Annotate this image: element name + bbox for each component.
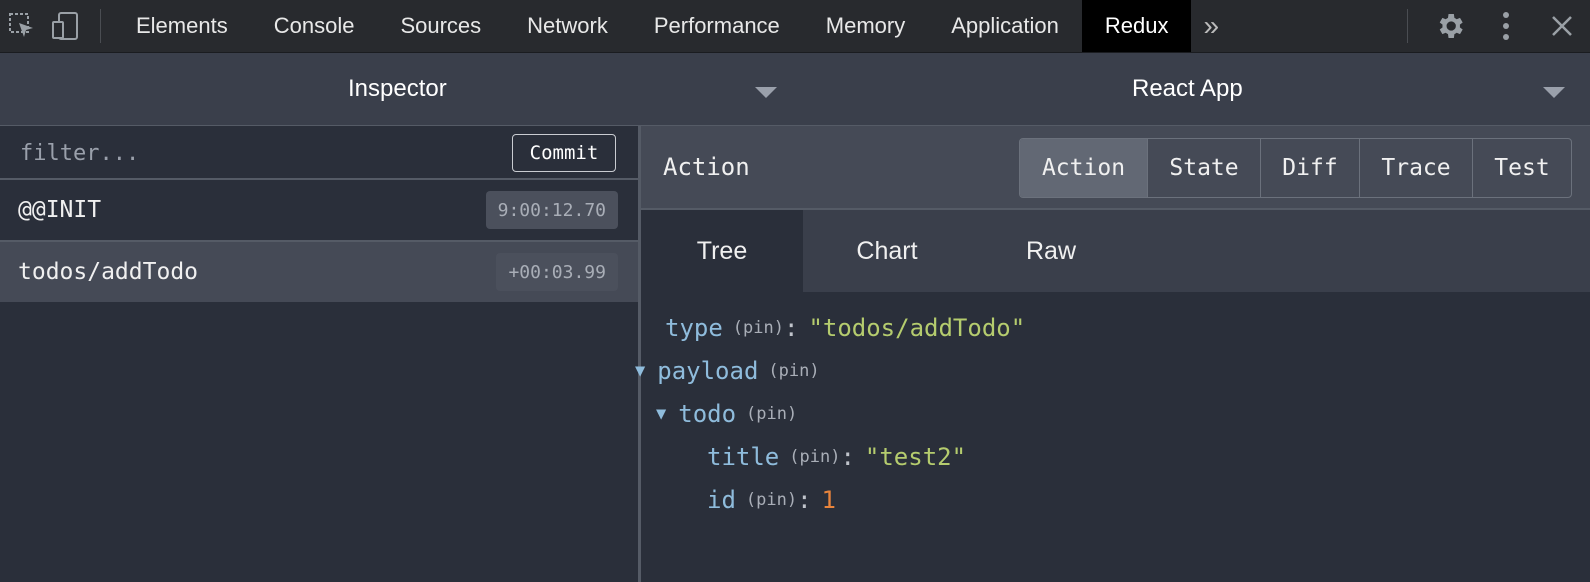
mode-state-button[interactable]: State [1148, 139, 1261, 197]
tab-redux[interactable]: Redux [1081, 0, 1192, 52]
tree-key: title [707, 443, 780, 471]
instance-dropdown-arrow-icon[interactable] [1543, 87, 1565, 98]
tree-node-todo[interactable]: ▼ todo (pin) [656, 394, 797, 434]
tab-chart[interactable]: Chart [803, 210, 971, 292]
action-time-badge: 9:00:12.70 [485, 191, 618, 229]
action-tree: type (pin) : "todos/addTodo" ▼ payload (… [635, 292, 1590, 514]
action-list-item-selected[interactable]: todos/addTodo +00:03.99 [0, 242, 638, 302]
action-time-badge: +00:03.99 [496, 253, 618, 291]
tab-elements[interactable]: Elements [113, 0, 251, 52]
tree-value-number: 1 [821, 486, 836, 514]
more-tabs-icon[interactable]: » [1191, 0, 1231, 52]
toolbar-divider [100, 9, 101, 43]
action-list-panel: Commit @@INIT 9:00:12.70 todos/addTodo +… [0, 126, 641, 582]
action-detail-panel: Action Action State Diff Trace Test Tree… [635, 126, 1590, 582]
commit-button[interactable]: Commit [512, 134, 616, 172]
toolbar-divider [1407, 9, 1408, 43]
tab-raw[interactable]: Raw [971, 210, 1131, 292]
action-list-item[interactable]: @@INIT 9:00:12.70 [0, 180, 638, 242]
tab-performance[interactable]: Performance [631, 0, 803, 52]
tab-memory[interactable]: Memory [803, 0, 928, 52]
tab-tree[interactable]: Tree [641, 210, 803, 292]
inspect-element-icon[interactable] [0, 0, 44, 52]
redux-subbar: Inspector React App [0, 53, 1590, 126]
tree-node-id[interactable]: id (pin) : 1 [707, 480, 836, 520]
tab-network[interactable]: Network [504, 0, 631, 52]
mode-test-button[interactable]: Test [1473, 139, 1571, 197]
pin-button[interactable]: (pin) [733, 318, 784, 338]
tree-colon: : [797, 486, 812, 514]
monitor-select[interactable]: Inspector [348, 53, 447, 125]
settings-gear-icon[interactable] [1422, 0, 1478, 52]
action-name: @@INIT [18, 197, 102, 223]
tree-key: payload [657, 357, 759, 385]
close-icon[interactable] [1534, 0, 1590, 52]
expand-arrow-icon[interactable]: ▼ [656, 404, 666, 424]
tree-key: type [665, 314, 723, 342]
tree-value-string: "todos/addTodo" [808, 314, 1026, 342]
tree-node-type[interactable]: type (pin) : "todos/addTodo" [665, 308, 1025, 348]
pin-button[interactable]: (pin) [746, 404, 797, 424]
mode-action-button[interactable]: Action [1020, 139, 1148, 197]
tree-value-string: "test2" [864, 443, 967, 471]
mode-trace-button[interactable]: Trace [1360, 139, 1473, 197]
tab-sources[interactable]: Sources [377, 0, 504, 52]
detail-title: Action [663, 153, 750, 181]
mode-diff-button[interactable]: Diff [1261, 139, 1360, 197]
device-toolbar-icon[interactable] [44, 0, 88, 52]
tree-key: id [707, 486, 736, 514]
detail-mode-switch: Action State Diff Trace Test [1019, 138, 1572, 198]
tree-node-payload[interactable]: ▼ payload (pin) [635, 351, 820, 391]
tree-colon: : [783, 314, 799, 342]
pin-button[interactable]: (pin) [768, 361, 819, 381]
tab-application[interactable]: Application [928, 0, 1082, 52]
action-name: todos/addTodo [18, 259, 199, 285]
instance-select[interactable]: React App [1132, 53, 1243, 125]
tree-node-title[interactable]: title (pin) : "test2" [707, 437, 966, 477]
tree-key: todo [678, 400, 737, 428]
tab-console[interactable]: Console [251, 0, 378, 52]
expand-arrow-icon[interactable]: ▼ [635, 361, 645, 381]
view-tabs: Tree Chart Raw [641, 210, 1590, 292]
pin-button[interactable]: (pin) [789, 447, 840, 467]
tree-colon: : [840, 443, 855, 471]
monitor-dropdown-arrow-icon[interactable] [755, 87, 777, 98]
detail-header: Action Action State Diff Trace Test [641, 126, 1590, 210]
filter-row: Commit [0, 126, 638, 180]
filter-input[interactable] [18, 134, 492, 172]
pin-button[interactable]: (pin) [746, 490, 797, 510]
more-vert-icon[interactable] [1478, 0, 1534, 52]
devtools-tabbar: Elements Console Sources Network Perform… [0, 0, 1590, 53]
